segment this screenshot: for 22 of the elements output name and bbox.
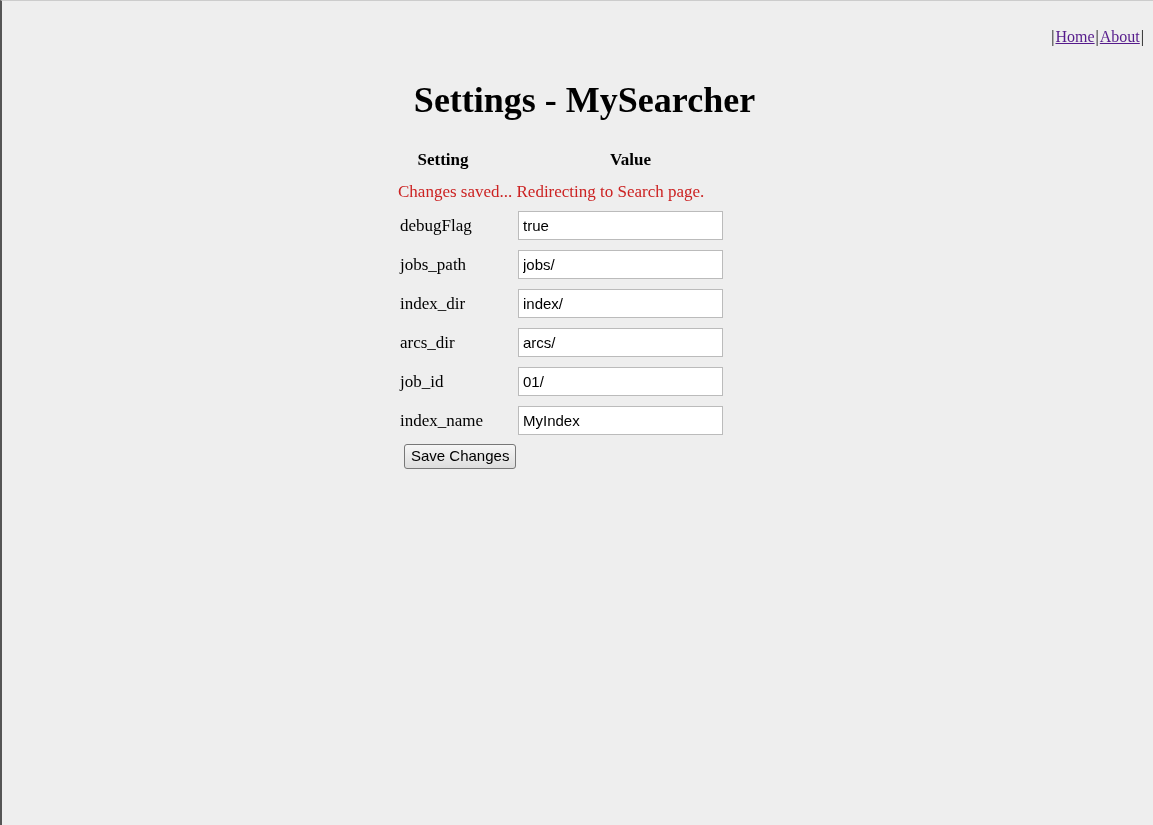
- save-button[interactable]: Save Changes: [404, 444, 517, 469]
- page-title: Settings - MySearcher: [412, 79, 757, 122]
- setting-label: debugFlag: [399, 214, 473, 237]
- value-field[interactable]: index/: [518, 289, 723, 318]
- status-message: Changes saved... Redirecting to Search page.: [398, 180, 706, 203]
- value-field[interactable]: MyIndex: [518, 406, 723, 435]
- value-field[interactable]: true: [518, 211, 723, 240]
- setting-label: index_dir: [399, 292, 467, 315]
- setting-label: job_id: [398, 370, 445, 393]
- separator: |: [1094, 27, 1100, 48]
- setting-label: index_name: [399, 409, 485, 432]
- value-field[interactable]: 01/: [518, 367, 723, 396]
- column-header: Setting: [416, 149, 470, 171]
- nav-link[interactable]: About: [1099, 25, 1140, 49]
- nav-link[interactable]: Home: [1055, 25, 1095, 49]
- column-header: Value: [610, 149, 651, 171]
- setting-label: arcs_dir: [399, 331, 456, 354]
- separator: |: [1140, 27, 1145, 48]
- separator: |: [1050, 27, 1056, 48]
- setting-label: jobs_path: [398, 253, 468, 276]
- value-field[interactable]: jobs/: [518, 250, 723, 279]
- value-field[interactable]: arcs/: [518, 328, 723, 357]
